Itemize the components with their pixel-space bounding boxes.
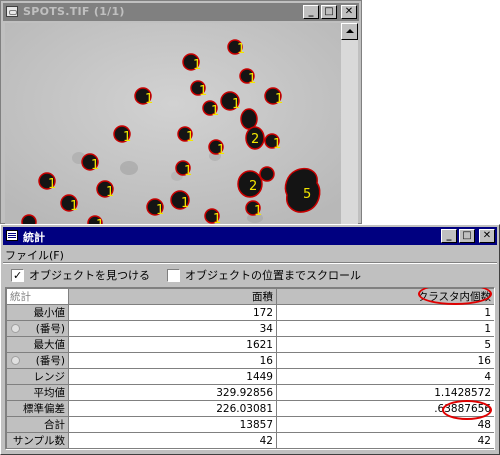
count-cell[interactable]: 16	[276, 352, 494, 369]
count-cell[interactable]: 1	[276, 320, 494, 337]
table-row[interactable]: (番号) 34 1	[6, 320, 494, 337]
spot	[259, 166, 275, 182]
area-cell[interactable]: 1621	[68, 336, 277, 353]
spot-label: 1	[48, 177, 56, 192]
header-row: 統計 面積 クラスタ内個数	[6, 288, 494, 305]
statistics-window: 統計 _ □ ✕ ファイル(F) オブジェクトを見つける オブジェクトの位置まで…	[0, 224, 500, 455]
spot-label: 2	[249, 179, 257, 194]
spot-label: 1	[106, 185, 114, 200]
row-label: (番号)	[6, 352, 69, 369]
row-label: 標準偏差	[6, 400, 69, 417]
area-cell[interactable]: 16	[68, 352, 277, 369]
area-cell[interactable]: 172	[68, 304, 277, 321]
spot-label: 1	[91, 158, 99, 173]
count-cell[interactable]: 1.1428572	[276, 384, 494, 401]
area-cell[interactable]: 226.03081	[68, 400, 277, 417]
row-label: (番号)	[6, 320, 69, 337]
count-cell[interactable]: 48	[276, 416, 494, 433]
row-label: 合計	[6, 416, 69, 433]
table-row[interactable]: 最小値 172 1	[6, 304, 494, 321]
table-row[interactable]: サンプル数 42 42	[6, 432, 494, 449]
spot-label: 1	[248, 72, 256, 87]
corner-cell: 統計	[6, 288, 69, 305]
area-cell[interactable]: 329.92856	[68, 384, 277, 401]
statistics-window-icon	[6, 230, 18, 241]
row-label: レンジ	[6, 368, 69, 385]
vertical-scrollbar[interactable]	[341, 23, 358, 225]
find-objects-label: オブジェクトを見つける	[29, 269, 150, 282]
minimize-button[interactable]: _	[303, 5, 319, 19]
spot-label: 1	[199, 84, 207, 99]
statistics-window-title: 統計	[23, 231, 45, 244]
spot-label: 1	[254, 204, 262, 219]
table-row[interactable]: 標準偏差 226.03081 .63887656	[6, 400, 494, 417]
count-cell[interactable]: 42	[276, 432, 494, 449]
spot-label: 1	[181, 196, 189, 211]
count-cell[interactable]: 4	[276, 368, 494, 385]
maximize-button[interactable]: □	[459, 229, 475, 243]
column-header-area[interactable]: 面積	[68, 288, 277, 305]
menu-file[interactable]: ファイル(F)	[5, 249, 64, 262]
image-window-titlebar[interactable]: SPOTS.TIF (1/1) _ □ ✕	[3, 3, 359, 21]
find-objects-checkbox[interactable]	[11, 268, 24, 282]
area-cell[interactable]: 34	[68, 320, 277, 337]
row-radio-icon[interactable]	[11, 356, 20, 365]
spot-label: 1	[184, 164, 192, 179]
image-window: SPOTS.TIF (1/1) _ □ ✕ 1 1 1 1 1 1 1 1 1 …	[0, 0, 362, 225]
count-cell[interactable]: .63887656	[276, 400, 494, 417]
statistics-grid[interactable]: 統計 面積 クラスタ内個数 最小値 172 1 (番号) 34 1 最大値 16…	[5, 287, 495, 450]
scroll-to-object-option[interactable]: オブジェクトの位置までスクロール	[167, 267, 361, 283]
scroll-up-icon[interactable]	[341, 23, 358, 40]
column-header-cluster-count[interactable]: クラスタ内個数	[276, 288, 494, 305]
area-cell[interactable]: 13857	[68, 416, 277, 433]
spot-label: 1	[275, 92, 283, 107]
spot	[240, 108, 258, 130]
table-row[interactable]: レンジ 1449 4	[6, 368, 494, 385]
spot-label: 1	[156, 203, 164, 218]
row-label: 平均値	[6, 384, 69, 401]
row-radio-icon[interactable]	[11, 324, 20, 333]
spot-label: 5	[303, 187, 311, 202]
count-cell[interactable]: 5	[276, 336, 494, 353]
scroll-to-object-label: オブジェクトの位置までスクロール	[185, 269, 361, 282]
menu-divider	[3, 262, 497, 264]
row-label: 最大値	[6, 336, 69, 353]
spot-label: 1	[123, 130, 131, 145]
spots-image-canvas: 1 1 1 1 1 1 1 1 1 2 1 1 1 1 1 1 1 2 5 1	[5, 23, 341, 225]
minimize-button[interactable]: _	[441, 229, 457, 243]
spot-label: 1	[186, 130, 194, 145]
spot-label: 2	[251, 132, 259, 147]
image-window-icon	[6, 6, 18, 17]
spot-label: 1	[273, 137, 281, 152]
spot-label: 1	[211, 104, 219, 119]
spot-label: 1	[70, 199, 78, 214]
row-label-text: (番号)	[35, 323, 65, 335]
table-row[interactable]: (番号) 16 16	[6, 352, 494, 369]
row-label: 最小値	[6, 304, 69, 321]
spot-label: 1	[217, 143, 225, 158]
spot-label: 1	[193, 58, 201, 73]
find-objects-option[interactable]: オブジェクトを見つける	[11, 267, 150, 283]
row-label-text: (番号)	[35, 355, 65, 367]
menu-bar: ファイル(F)	[5, 247, 64, 262]
area-cell[interactable]: 1449	[68, 368, 277, 385]
row-label: サンプル数	[6, 432, 69, 449]
image-window-title: SPOTS.TIF (1/1)	[23, 5, 125, 18]
statistics-table: 統計 面積 クラスタ内個数 最小値 172 1 (番号) 34 1 最大値 16…	[6, 288, 494, 449]
table-row[interactable]: 平均値 329.92856 1.1428572	[6, 384, 494, 401]
close-button[interactable]: ✕	[479, 229, 495, 243]
spot-label: 1	[237, 42, 245, 57]
close-button[interactable]: ✕	[341, 5, 357, 19]
statistics-window-titlebar[interactable]: 統計 _ □ ✕	[3, 227, 497, 245]
spot-label: 1	[232, 97, 240, 112]
scroll-to-object-checkbox[interactable]	[167, 268, 180, 282]
table-row[interactable]: 最大値 1621 5	[6, 336, 494, 353]
area-cell[interactable]: 42	[68, 432, 277, 449]
spot-label: 1	[145, 92, 153, 107]
table-row[interactable]: 合計 13857 48	[6, 416, 494, 433]
maximize-button[interactable]: □	[321, 5, 337, 19]
count-cell[interactable]: 1	[276, 304, 494, 321]
spots-image[interactable]: 1 1 1 1 1 1 1 1 1 2 1 1 1 1 1 1 1 2 5 1	[5, 23, 341, 225]
